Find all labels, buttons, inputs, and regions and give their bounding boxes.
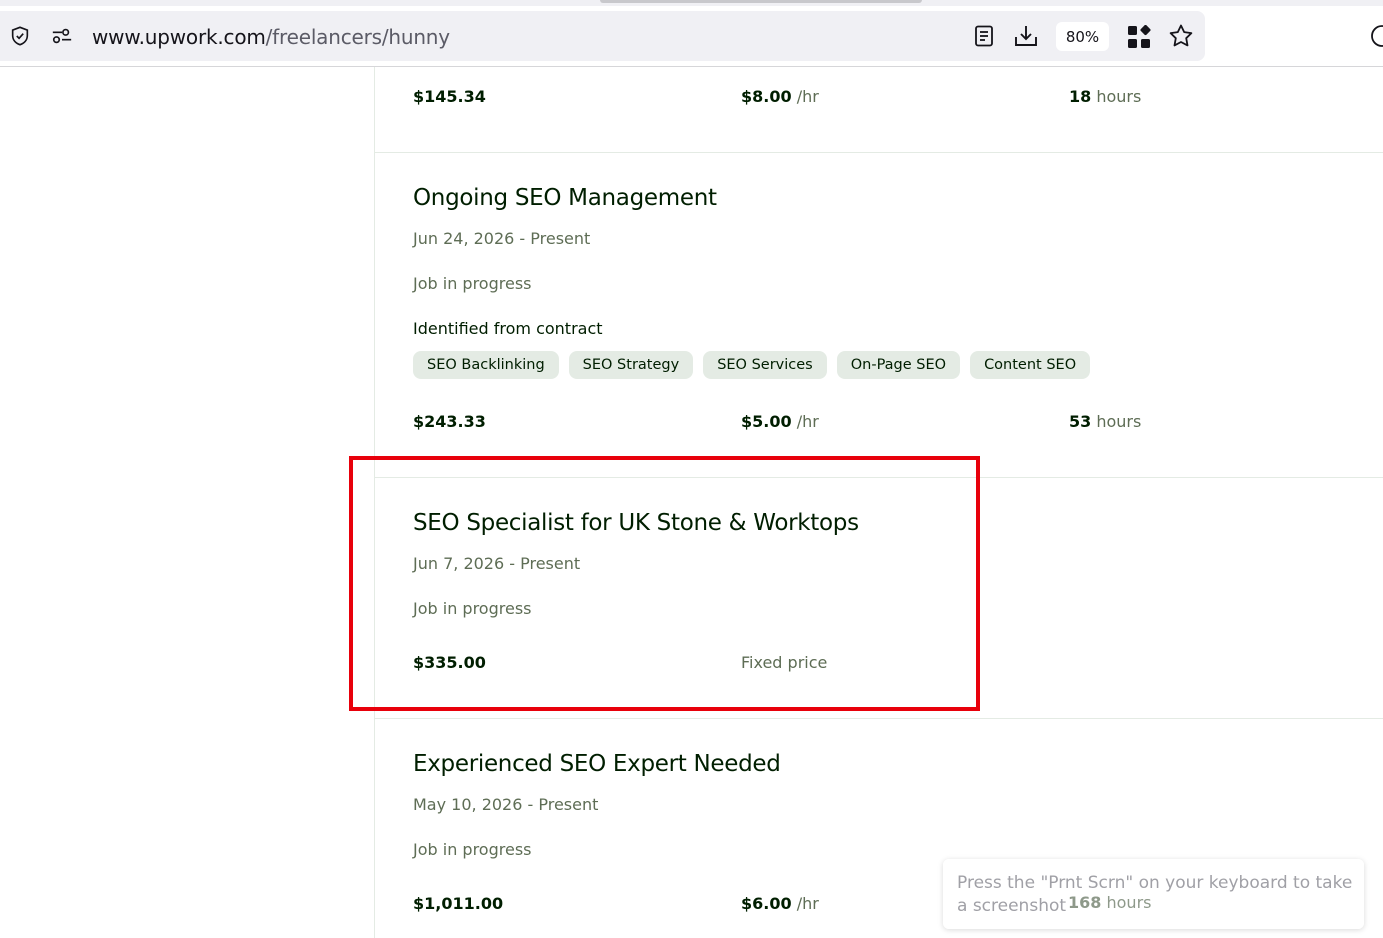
job-dates: Jun 24, 2026 - Present (413, 229, 591, 248)
job-earned: $335.00 (413, 653, 486, 672)
job-earned: $1,011.00 (413, 894, 504, 913)
bookmark-star-icon[interactable] (1168, 23, 1194, 49)
extensions-grid-icon[interactable] (1126, 24, 1152, 50)
active-tab-edge[interactable] (600, 0, 922, 3)
shield-icon[interactable] (8, 24, 32, 48)
work-history-list: $145.34 $8.00 /hr 18 hours Ongoing SEO M… (374, 67, 1383, 938)
job-rate: $6.00 /hr (741, 894, 819, 913)
job-pricing: Fixed price (741, 653, 828, 672)
tab-strip (0, 0, 1383, 6)
job-status: Job in progress (413, 599, 532, 618)
url-host: www.upwork.com (92, 25, 266, 49)
job-rate: $8.00 /hr (741, 87, 819, 106)
job-status: Job in progress (413, 274, 532, 293)
skill-chip[interactable]: Content SEO (970, 351, 1091, 379)
url-text[interactable]: www.upwork.com/freelancers/hunny (92, 25, 450, 49)
job-rate: $5.00 /hr (741, 412, 819, 431)
skill-chip[interactable]: SEO Services (703, 351, 827, 379)
job-divider (375, 477, 1383, 478)
address-bar[interactable]: www.upwork.com/freelancers/hunny 80% (0, 11, 1205, 61)
job-hours: 168 hours (1068, 893, 1152, 912)
job-hours: 18 hours (1069, 87, 1142, 106)
job-title[interactable]: Ongoing SEO Management (413, 185, 717, 211)
zoom-level-button[interactable]: 80% (1056, 22, 1109, 51)
skill-chip[interactable]: SEO Strategy (568, 351, 694, 379)
account-icon[interactable] (1370, 24, 1383, 48)
job-divider (375, 718, 1383, 719)
job-dates: Jun 7, 2026 - Present (413, 554, 581, 573)
job-earned: $243.33 (413, 412, 486, 431)
url-path: /freelancers/hunny (265, 25, 450, 49)
download-icon[interactable] (1013, 23, 1039, 49)
job-title[interactable]: Experienced SEO Expert Needed (413, 751, 781, 777)
skill-chip[interactable]: SEO Backlinking (413, 351, 559, 379)
toast-message: Press the "Prnt Scrn" on your keyboard t… (957, 873, 1353, 916)
job-status: Job in progress (413, 840, 532, 859)
job-earned: $145.34 (413, 87, 486, 106)
reader-view-icon[interactable] (972, 24, 996, 48)
job-dates: May 10, 2026 - Present (413, 795, 599, 814)
skills-list: SEO Backlinking SEO Strategy SEO Service… (413, 351, 1091, 379)
job-hours: 53 hours (1069, 412, 1142, 431)
permissions-icon[interactable] (50, 24, 74, 48)
screenshot-toast[interactable]: Press the "Prnt Scrn" on your keyboard t… (943, 859, 1364, 929)
job-title[interactable]: SEO Specialist for UK Stone & Worktops (413, 510, 859, 536)
skills-label: Identified from contract (413, 319, 603, 338)
skill-chip[interactable]: On-Page SEO (836, 351, 961, 379)
job-divider (375, 152, 1383, 153)
